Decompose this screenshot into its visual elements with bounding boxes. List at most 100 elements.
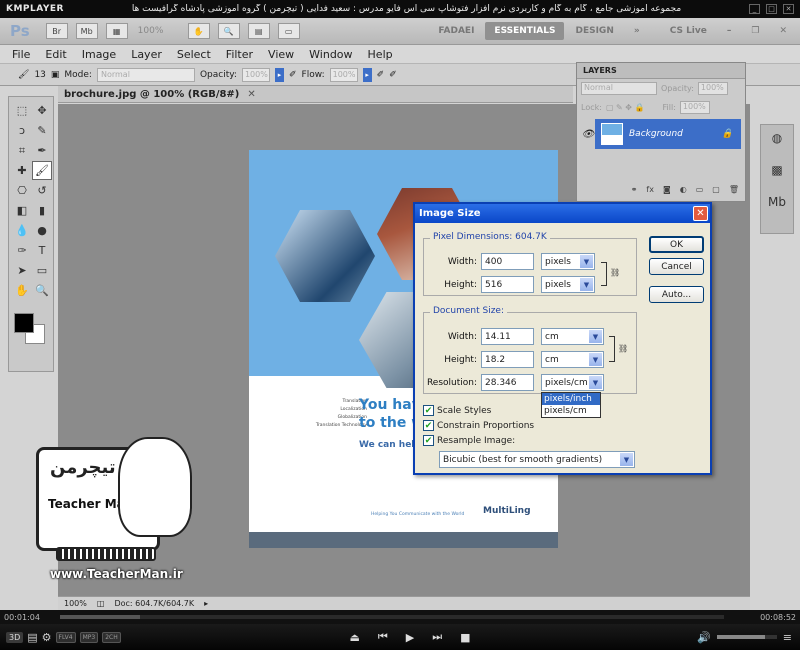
pixel-width-input[interactable]: 400 [481,253,534,270]
blend-mode-select[interactable]: Normal [581,82,657,95]
healing-brush-icon[interactable]: ✚ [12,161,32,180]
eye-icon[interactable]: 👁 [581,119,595,149]
pressure-opacity-icon[interactable]: ✐ [289,70,297,80]
resolution-input[interactable]: 28.346 [481,374,534,391]
zoom-tool-icon[interactable]: 🔍 [217,23,240,39]
menu-layer[interactable]: Layer [131,48,162,61]
eyedropper-tool-icon[interactable]: ✒ [32,141,52,160]
bridge-icon[interactable]: Br [45,23,68,39]
doc-height-unit-select[interactable]: cm ▼ [541,351,604,368]
document-tab[interactable]: brochure.jpg @ 100% (RGB/8#) ✕ [58,86,573,103]
clone-stamp-icon[interactable]: ⎔ [12,181,32,200]
pen-tool-icon[interactable]: ✑ [12,241,32,260]
speaker-icon[interactable]: 🔊 [697,631,711,644]
screen-mode-icon[interactable]: ▭ [277,23,300,39]
mode-select[interactable]: Normal [96,67,195,82]
status-zoom[interactable]: 100% [64,599,87,608]
layer-opacity-field[interactable]: 100% [697,82,728,95]
playlist-icon[interactable]: ▤ [27,631,37,644]
workspace-fadaei[interactable]: FADAEI [429,22,483,40]
opacity-field[interactable]: 100% [241,67,270,82]
brush-tool-icon[interactable]: 🖌 [32,161,52,180]
flow-field[interactable]: 100% [329,67,358,82]
pixel-width-unit-select[interactable]: pixels ▼ [541,253,595,270]
doc-width-input[interactable]: 14.11 [481,328,534,345]
mini-bridge-icon[interactable]: Mb [75,23,98,39]
link-layers-icon[interactable]: ⚭ [631,185,638,199]
close-app-icon[interactable]: ✕ [770,22,796,40]
shape-tool-icon[interactable]: ▭ [32,261,52,280]
crop-tool-icon[interactable]: ⌗ [12,141,32,160]
volume-slider[interactable] [716,635,777,639]
cs-live-button[interactable]: CS Live [661,22,716,40]
zoom-level-select[interactable]: 100% [138,26,178,36]
brush-panel-icon[interactable]: ▣ [51,70,60,80]
close-document-icon[interactable]: ✕ [247,89,255,100]
mini-bridge-dock-icon[interactable]: Mb [761,195,793,221]
resample-method-select[interactable]: Bicubic (best for smooth gradients) ▼ [439,451,635,468]
hand-tool-icon[interactable]: ✋ [12,281,32,300]
styles-icon[interactable]: ▩ [761,163,793,189]
pixel-height-unit-select[interactable]: pixels ▼ [541,276,595,293]
quick-select-tool-icon[interactable]: ✎ [32,121,52,140]
gradient-tool-icon[interactable]: ▮ [32,201,52,220]
doc-height-input[interactable]: 18.2 [481,351,534,368]
settings-icon[interactable]: ⚙ [42,631,52,644]
seek-bar[interactable] [60,615,724,619]
menu-help[interactable]: Help [368,48,393,61]
status-info-icon[interactable]: ◫ [97,599,105,608]
pixel-height-input[interactable]: 516 [481,276,534,293]
more-workspaces-icon[interactable]: » [625,22,649,40]
airbrush-icon[interactable]: ✐ [377,70,385,80]
blur-tool-icon[interactable]: 💧 [12,221,32,240]
eraser-tool-icon[interactable]: ◧ [12,201,32,220]
menu-file[interactable]: File [12,48,30,61]
workspace-design[interactable]: DESIGN [566,22,622,40]
equalizer-icon[interactable]: ≡ [783,631,792,644]
brush-size[interactable]: 13 [34,70,45,80]
close-icon[interactable]: ✕ [783,4,794,14]
eject-icon[interactable]: ⏏ [349,631,359,644]
maximize-icon[interactable]: □ [766,4,777,14]
workspace-essentials[interactable]: ESSENTIALS [485,22,565,40]
flow-arrow-icon[interactable]: ▸ [362,67,372,82]
fill-field[interactable]: 100% [679,101,710,114]
menu-select[interactable]: Select [177,48,211,61]
resolution-unit-select[interactable]: pixels/cm ▼ [541,374,604,391]
minimize-app-icon[interactable]: – [718,22,741,40]
adjustments-icon[interactable]: ◍ [761,131,793,157]
constrain-proportions-checkbox[interactable]: ✔ Constrain Proportions [423,420,534,431]
delete-layer-icon[interactable]: 🗑 [729,185,739,199]
menu-image[interactable]: Image [82,48,116,61]
previous-icon[interactable]: ⏮ [378,630,388,644]
play-icon[interactable]: ▶ [406,631,414,644]
lock-icons[interactable]: ▢ ✎ ✥ 🔒 [606,103,645,112]
path-select-icon[interactable]: ➤ [12,261,32,280]
menu-window[interactable]: Window [309,48,352,61]
ok-button[interactable]: OK [649,236,704,253]
type-tool-icon[interactable]: T [32,241,52,260]
dodge-tool-icon[interactable]: ● [32,221,52,240]
history-brush-icon[interactable]: ↺ [32,181,52,200]
mask-icon[interactable]: ◙ [663,185,671,199]
opacity-arrow-icon[interactable]: ▸ [274,67,284,82]
3d-mode-button[interactable]: 3D [6,631,24,643]
zoom-tool-icon[interactable]: 🔍 [32,281,52,300]
group-icon[interactable]: ▭ [696,185,704,199]
doc-width-unit-select[interactable]: cm ▼ [541,328,604,345]
marquee-tool-icon[interactable]: ⬚ [12,101,32,120]
option-pixels-inch[interactable]: pixels/inch [542,393,600,405]
next-icon[interactable]: ⏭ [432,630,442,644]
fx-icon[interactable]: fx [646,185,654,199]
foreground-color-swatch[interactable] [14,313,34,333]
adjustment-icon[interactable]: ◐ [680,185,687,199]
auto-button[interactable]: Auto... [649,286,704,303]
view-extras-icon[interactable]: ▦ [105,23,128,39]
stop-icon[interactable]: ■ [460,631,470,644]
scale-styles-checkbox[interactable]: ✔ Scale Styles [423,405,491,416]
pressure-size-icon[interactable]: ✐ [389,70,397,80]
layers-tab[interactable]: LAYERS [577,63,745,79]
menu-edit[interactable]: Edit [45,48,66,61]
dialog-close-icon[interactable]: ✕ [693,206,708,221]
cancel-button[interactable]: Cancel [649,258,704,275]
